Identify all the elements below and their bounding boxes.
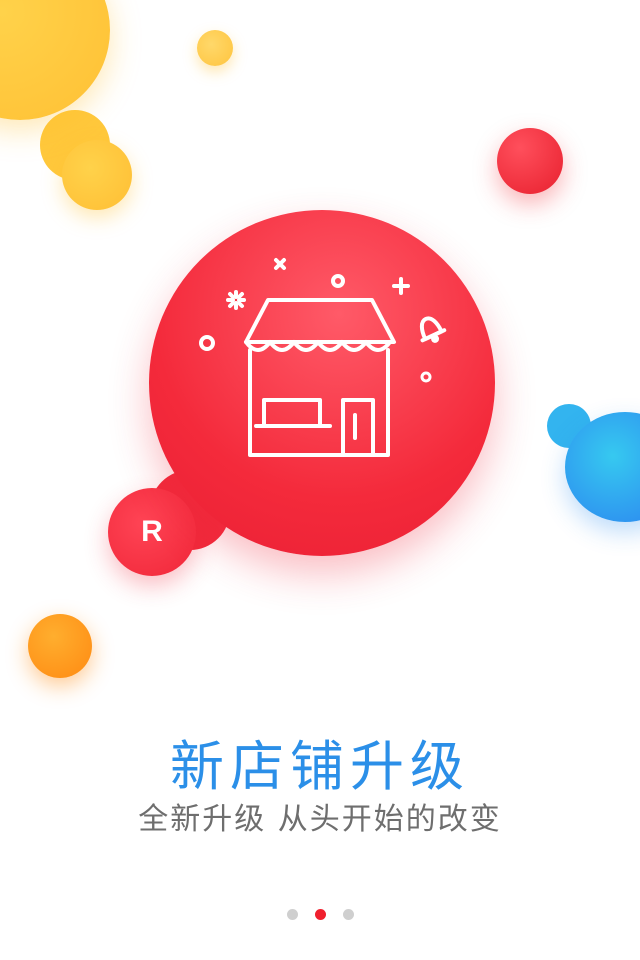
circle-icon: [199, 335, 215, 351]
cross-icon: [274, 258, 286, 270]
circle-icon: [420, 371, 432, 383]
decor-yellow-blob-bump: [62, 140, 132, 210]
onboarding-screen: R 新店铺升级 全新升级 从头开始的改变: [0, 0, 640, 960]
onboarding-subtitle: 全新升级 从头开始的改变: [138, 802, 502, 837]
onboarding-title: 新店铺升级: [170, 735, 470, 798]
decor-orange-ball: [28, 614, 92, 678]
store-illustration: [199, 258, 447, 457]
circle-icon: [331, 274, 345, 288]
brand-logo: R: [108, 488, 196, 576]
page-dot-3[interactable]: [342, 909, 354, 920]
brand-logo-letter: R: [141, 515, 163, 548]
page-dot-2-active[interactable]: [314, 909, 326, 920]
bell-icon: [419, 316, 447, 343]
sparkle-icon: [226, 290, 246, 310]
decor-yellow-blob: [0, 0, 110, 120]
decor-red-ball: [497, 128, 563, 194]
page-indicator: [0, 909, 640, 923]
store-icon: [244, 298, 396, 457]
page-dot-1[interactable]: [286, 909, 298, 920]
decor-yellow-dot: [197, 30, 233, 66]
plus-icon: [392, 277, 410, 295]
